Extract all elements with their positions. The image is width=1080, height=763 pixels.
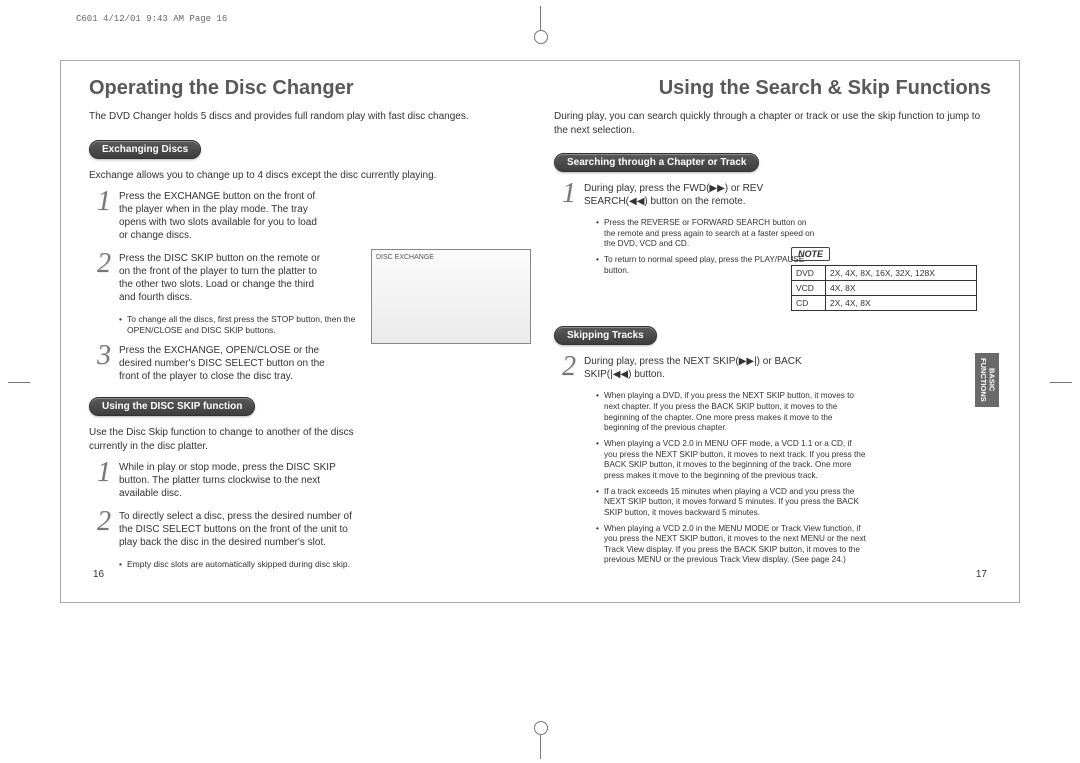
section-heading-pill: Using the DISC SKIP function <box>89 397 255 416</box>
step-number: 1 <box>89 188 119 216</box>
step-text: While in play or stop mode, press the DI… <box>119 461 355 500</box>
note-label: NOTE <box>791 247 830 261</box>
page-right: Using the Search & Skip Functions During… <box>540 77 999 584</box>
page-number: 17 <box>976 569 987 580</box>
step-item: 1 While in play or stop mode, press the … <box>89 461 355 500</box>
page-left: Operating the Disc Changer The DVD Chang… <box>81 77 540 584</box>
note-bullet: When playing a VCD 2.0 in the MENU MODE … <box>596 524 867 567</box>
intro-text: During play, you can search quickly thro… <box>554 110 991 137</box>
registration-mark <box>8 382 30 383</box>
step-number: 2 <box>89 508 119 536</box>
step-text: Press the EXCHANGE, OPEN/CLOSE or the de… <box>119 344 328 383</box>
note-bullet: If a track exceeds 15 minutes when playi… <box>596 487 867 519</box>
step-number: 2 <box>554 353 584 381</box>
image-caption: DISC EXCHANGE <box>376 254 434 261</box>
step-item: 1 During play, press the FWD(▶▶) or REV … <box>554 182 816 208</box>
sub-note: Empty disc slots are automatically skipp… <box>119 559 385 570</box>
speed-key: VCD <box>792 281 826 296</box>
note-bullet: When playing a DVD, if you press the NEX… <box>596 391 867 434</box>
section-intro: Use the Disc Skip function to change to … <box>89 426 355 453</box>
table-row: VCD 4X, 8X <box>792 281 977 296</box>
note-bullet: Press the REVERSE or FORWARD SEARCH butt… <box>596 218 816 250</box>
note-bullet: When playing a VCD 2.0 in MENU OFF mode,… <box>596 439 867 482</box>
step-item: 2 During play, press the NEXT SKIP(▶▶|) … <box>554 355 825 381</box>
disc-exchange-image: DISC EXCHANGE <box>371 249 531 344</box>
speed-val: 4X, 8X <box>826 281 977 296</box>
speed-key: DVD <box>792 266 826 281</box>
section-heading-pill: Exchanging Discs <box>89 140 201 159</box>
note-panel: NOTE DVD 2X, 4X, 8X, 16X, 32X, 128X VCD … <box>791 247 977 311</box>
side-section-tab: BASIC FUNCTIONS <box>975 353 999 407</box>
speed-key: CD <box>792 296 826 311</box>
step-text: During play, press the NEXT SKIP(▶▶|) or… <box>584 355 825 381</box>
skipping-section: Skipping Tracks 2 During play, press the… <box>554 326 991 566</box>
step-item: 3 Press the EXCHANGE, OPEN/CLOSE or the … <box>89 344 328 383</box>
section-heading-pill: Skipping Tracks <box>554 326 657 345</box>
page-title: Using the Search & Skip Functions <box>554 77 991 100</box>
speed-table: DVD 2X, 4X, 8X, 16X, 32X, 128X VCD 4X, 8… <box>791 265 977 311</box>
step-number: 2 <box>89 250 119 278</box>
note-bullet: To return to normal speed play, press th… <box>596 255 816 276</box>
step-item: 2 To directly select a disc, press the d… <box>89 510 355 549</box>
section-heading-pill: Searching through a Chapter or Track <box>554 153 759 172</box>
step-number: 3 <box>89 342 119 370</box>
registration-mark <box>1050 382 1072 383</box>
sub-note: To change all the discs, first press the… <box>119 314 358 336</box>
step-number: 1 <box>89 459 119 487</box>
intro-text: The DVD Changer holds 5 discs and provid… <box>89 110 532 124</box>
step-item: 2 Press the DISC SKIP button on the remo… <box>89 252 328 304</box>
registration-mark <box>540 735 541 759</box>
speed-val: 2X, 4X, 8X, 16X, 32X, 128X <box>826 266 977 281</box>
page-number: 16 <box>93 569 104 580</box>
step-number: 1 <box>554 180 584 208</box>
page-title: Operating the Disc Changer <box>89 77 532 100</box>
step-text: Press the EXCHANGE button on the front o… <box>119 190 328 242</box>
step-item: 1 Press the EXCHANGE button on the front… <box>89 190 328 242</box>
step-text: Press the DISC SKIP button on the remote… <box>119 252 328 304</box>
speed-val: 2X, 4X, 8X <box>826 296 977 311</box>
table-row: CD 2X, 4X, 8X <box>792 296 977 311</box>
step-text: During play, press the FWD(▶▶) or REV SE… <box>584 182 816 208</box>
step-text: To directly select a disc, press the des… <box>119 510 355 549</box>
searching-section: Searching through a Chapter or Track 1 D… <box>554 153 816 276</box>
registration-mark <box>540 6 541 30</box>
disc-skip-section: Using the DISC SKIP function Use the Dis… <box>89 397 532 570</box>
section-intro: Exchange allows you to change up to 4 di… <box>89 169 532 183</box>
print-header: C601 4/12/01 9:43 AM Page 16 <box>76 14 227 24</box>
page-spread: Operating the Disc Changer The DVD Chang… <box>60 60 1020 603</box>
table-row: DVD 2X, 4X, 8X, 16X, 32X, 128X <box>792 266 977 281</box>
